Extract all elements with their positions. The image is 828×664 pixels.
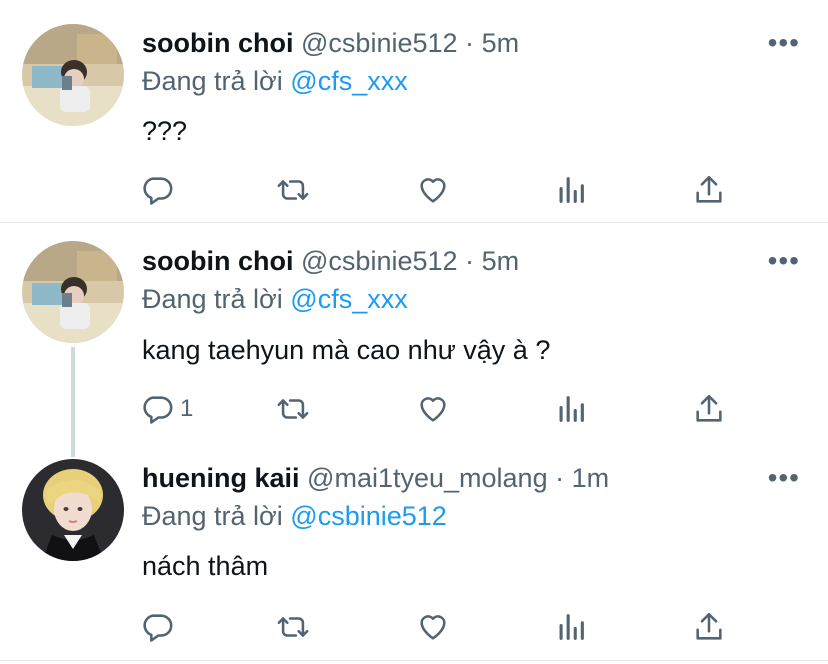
like-icon [420,178,446,203]
reply-icon [143,614,173,642]
username[interactable]: @mai1tyeu_molang [307,463,548,493]
retweet-icon [277,617,309,637]
tweet-header: soobin choi @csbinie512 · 5m [142,245,519,277]
display-name[interactable]: soobin choi [142,28,294,58]
share-button[interactable] [692,607,726,647]
analytics-icon [559,614,584,640]
analytics-icon [559,177,584,203]
replying-to-label: Đang trả lời [142,284,283,314]
retweet-button[interactable] [276,389,310,429]
tweet-3[interactable]: huening kaii @mai1tyeu_molang · 1m ••• Đ… [0,441,828,659]
share-icon [696,394,722,422]
reply-icon [143,396,173,424]
more-icon[interactable]: ••• [768,247,800,275]
more-icon[interactable]: ••• [768,464,800,492]
timestamp[interactable]: 5m [482,246,520,276]
action-bar [140,170,780,210]
more-icon[interactable]: ••• [768,29,800,57]
like-icon [420,397,446,422]
timestamp[interactable]: 1m [572,463,610,493]
action-bar: 1 [140,389,780,429]
analytics-button[interactable] [554,389,588,429]
reply-button[interactable] [140,607,180,647]
replying-to: Đang trả lời @cfs_xxx [142,283,408,315]
reply-button[interactable] [140,170,180,210]
reply-icon [143,177,173,205]
replying-to: Đang trả lời @csbinie512 [142,500,447,532]
analytics-button[interactable] [554,170,588,210]
reply-count: 1 [180,395,194,422]
reply-button[interactable]: 1 [140,389,193,429]
replying-to: Đang trả lời @cfs_xxx [142,65,408,97]
analytics-icon [559,396,584,422]
avatar[interactable] [22,459,124,561]
share-icon [696,612,722,640]
replying-to-label: Đang trả lời [142,66,283,96]
replying-to-mention[interactable]: @cfs_xxx [290,66,407,96]
tweet-text: nách thâm [142,551,269,581]
tweet-header: huening kaii @mai1tyeu_molang · 1m [142,462,609,494]
username[interactable]: @csbinie512 [301,246,458,276]
retweet-icon [277,180,309,200]
retweet-button[interactable] [276,607,310,647]
action-bar [140,607,780,647]
share-icon [696,175,722,203]
share-button[interactable] [692,389,726,429]
share-button[interactable] [692,170,726,210]
timestamp[interactable]: 5m [482,28,520,58]
tweet-text: ??? [142,116,188,146]
like-button[interactable] [416,389,450,429]
like-button[interactable] [416,170,450,210]
separator-dot: · [465,28,475,58]
separator-dot: · [465,246,475,276]
replying-to-mention[interactable]: @cfs_xxx [290,284,407,314]
username[interactable]: @csbinie512 [301,28,458,58]
like-icon [420,615,446,640]
separator-dot: · [555,463,565,493]
tweet-header: soobin choi @csbinie512 · 5m [142,27,519,59]
analytics-button[interactable] [554,607,588,647]
tweet-1[interactable]: soobin choi @csbinie512 · 5m ••• Đang tr… [0,0,828,222]
avatar[interactable] [22,24,124,126]
retweet-icon [277,399,309,419]
display-name[interactable]: huening kaii [142,463,300,493]
replying-to-mention[interactable]: @csbinie512 [290,501,447,531]
display-name[interactable]: soobin choi [142,246,294,276]
retweet-button[interactable] [276,170,310,210]
like-button[interactable] [416,607,450,647]
divider [0,660,828,661]
tweet-text: kang taehyun mà cao như vậy à ? [142,335,551,365]
avatar[interactable] [22,241,124,343]
tweet-2[interactable]: soobin choi @csbinie512 · 5m ••• Đang tr… [0,223,828,457]
replying-to-label: Đang trả lời [142,501,283,531]
